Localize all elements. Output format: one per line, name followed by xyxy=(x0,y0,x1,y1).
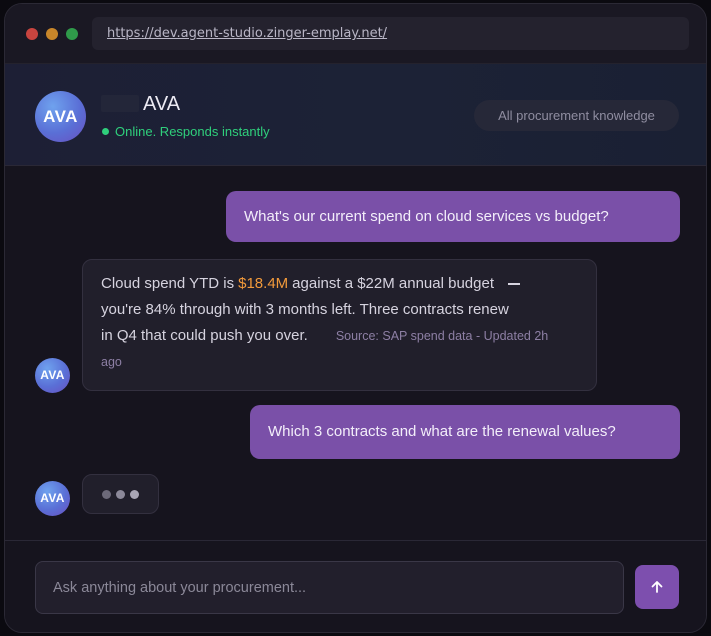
status-text: Online. Responds instantly xyxy=(115,124,270,139)
knowledge-scope-pill[interactable]: All procurement knowledge xyxy=(474,100,679,131)
em-dash xyxy=(508,283,520,286)
assistant-text: against a $22M annual budget xyxy=(292,275,494,292)
source-citation-tail: ago xyxy=(101,355,122,369)
maximize-window-button[interactable] xyxy=(66,28,78,40)
assistant-text: Cloud spend YTD is xyxy=(101,275,235,292)
minimize-window-button[interactable] xyxy=(46,28,58,40)
online-status-icon xyxy=(102,128,109,135)
assistant-text: in Q4 that could push you over. xyxy=(101,327,308,344)
agent-name: AVA xyxy=(143,93,181,115)
user-message: Which 3 contracts and what are the renew… xyxy=(250,405,680,459)
agent-avatar: AVA xyxy=(35,91,86,142)
typing-dot xyxy=(130,489,139,499)
chat-thread: What's our current spend on cloud servic… xyxy=(5,167,706,540)
close-window-button[interactable] xyxy=(26,28,38,40)
send-button[interactable] xyxy=(635,565,679,609)
source-citation[interactable]: Source: SAP spend data - Updated 2h xyxy=(336,329,548,343)
typing-dot xyxy=(102,489,111,499)
composer-area xyxy=(5,540,706,632)
agent-status: Online. Responds instantly xyxy=(102,124,270,139)
name-placeholder-bar xyxy=(101,95,139,112)
assistant-avatar: AVA xyxy=(35,358,70,393)
user-message: What's our current spend on cloud servic… xyxy=(226,191,680,242)
assistant-message: Cloud spend YTD is $18.4M against a $22M a… xyxy=(82,259,597,391)
typing-dot xyxy=(116,489,125,499)
assistant-avatar: AVA xyxy=(35,481,70,516)
message-input[interactable] xyxy=(35,561,624,614)
app-window: https://dev.agent-studio.zinger-emplay.n… xyxy=(4,3,707,633)
chat-header: AVA AVA Online. Responds instantly All p… xyxy=(5,64,706,166)
address-bar[interactable]: https://dev.agent-studio.zinger-emplay.n… xyxy=(92,17,689,50)
browser-titlebar: https://dev.agent-studio.zinger-emplay.n… xyxy=(5,4,706,64)
assistant-text: you're 84% through with 3 months left. T… xyxy=(101,301,509,318)
arrow-up-icon xyxy=(651,581,663,593)
spend-highlight: $18.4M xyxy=(238,275,289,292)
typing-indicator xyxy=(82,474,159,514)
